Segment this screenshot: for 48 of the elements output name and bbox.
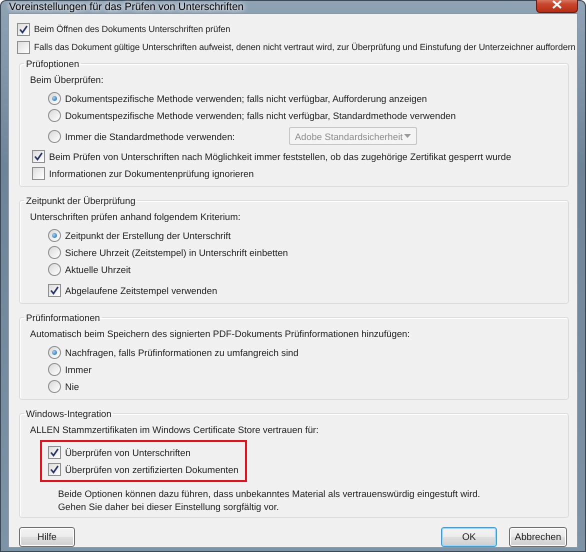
- dialog-button[interactable]: Hilfe: [19, 527, 75, 547]
- option-label: Immer: [65, 364, 92, 375]
- checkbox[interactable]: [32, 150, 45, 163]
- radio-button[interactable]: [48, 363, 61, 376]
- group-title: Prüfoptionen: [25, 58, 80, 69]
- section-label: ALLEN Stammzertifikaten im Windows Certificate Store vertrauen für:: [30, 424, 319, 434]
- checkbox[interactable]: [48, 463, 61, 476]
- warning-note: Beide Optionen können dazu führen, dass unbekanntes Material als vertrauenswürdig eingestuft wird. Gehen Sie daher bei dieser Einstellung sorgfältig vor.: [57, 487, 482, 513]
- window-title: Voreinstellungen für das Prüfen von Unterschriften: [8, 1, 244, 13]
- radio-button[interactable]: [48, 109, 61, 122]
- radio-button[interactable]: [48, 92, 61, 105]
- option-label: Beim Öffnen des Dokuments Unterschriften prüfen: [34, 24, 230, 34]
- checkbox[interactable]: [17, 40, 30, 54]
- radio-button[interactable]: [48, 130, 61, 142]
- option-label: Zeitpunkt der Erstellung der Unterschrift: [65, 230, 231, 241]
- group-title: Zeitpunkt der Überprüfung: [25, 195, 136, 206]
- radio-button[interactable]: [48, 229, 61, 242]
- dropdown-arrow-icon: [404, 134, 411, 138]
- checkbox[interactable]: [32, 167, 45, 180]
- dialog-button[interactable]: Abbrechen: [509, 527, 567, 547]
- radio-button[interactable]: [48, 246, 61, 259]
- option-label: Überprüfen von Unterschriften: [65, 447, 191, 458]
- option-label: Aktuelle Uhrzeit: [65, 264, 131, 275]
- section-label: Unterschriften prüfen anhand folgendem Kriterium:: [30, 210, 241, 222]
- radio-button[interactable]: [48, 346, 61, 359]
- option-label: Überprüfen von zertifizierten Dokumenten: [65, 464, 239, 475]
- option-label: Nie: [65, 381, 80, 392]
- close-button[interactable]: [536, 0, 578, 13]
- option-label: Falls das Dokument gültige Unterschriften aufweist, denen nicht vertraut wird, zur Überprüfung und Einstufung der Unterzeichner auffordern: [34, 42, 576, 52]
- option-label: Dokumentspezifische Methode verwenden; falls nicht verfügbar, Aufforderung anzeigen: [65, 93, 428, 104]
- option-label: Abgelaufene Zeitstempel verwenden: [65, 285, 218, 296]
- checkbox[interactable]: [48, 284, 61, 297]
- option-label: Informationen zur Dokumentenprüfung ignorieren: [49, 168, 254, 179]
- radio-button[interactable]: [48, 263, 61, 276]
- option-label: Dokumentspezifische Methode verwenden; falls nicht verfügbar, Standardmethode verwenden: [65, 110, 456, 121]
- group-title: Windows-Integration: [25, 408, 112, 419]
- radio-button[interactable]: [48, 380, 61, 393]
- option-label: Beim Prüfen von Unterschriften nach Möglichkeit immer feststellen, ob das zugehörige Zertifikat gesperrt wurde: [49, 151, 512, 162]
- checkbox[interactable]: [17, 22, 30, 36]
- dialog-button[interactable]: OK: [441, 527, 497, 547]
- option-label: Immer die Standardmethode verwenden:: [65, 130, 235, 142]
- option-label: Sichere Uhrzeit (Zeitstempel) in Unterschrift einbetten: [65, 247, 288, 258]
- close-icon: [552, 0, 562, 8]
- section-label: Automatisch beim Speichern des signierten PDF-Dokuments Prüfinformationen hinzufügen:: [30, 328, 410, 338]
- section-label: Beim Überprüfen:: [30, 74, 104, 84]
- option-label: Nachfragen, falls Prüfinformationen zu umfangreich sind: [65, 347, 298, 358]
- group-title: Prüfinformationen: [25, 312, 101, 323]
- checkbox[interactable]: [48, 446, 61, 459]
